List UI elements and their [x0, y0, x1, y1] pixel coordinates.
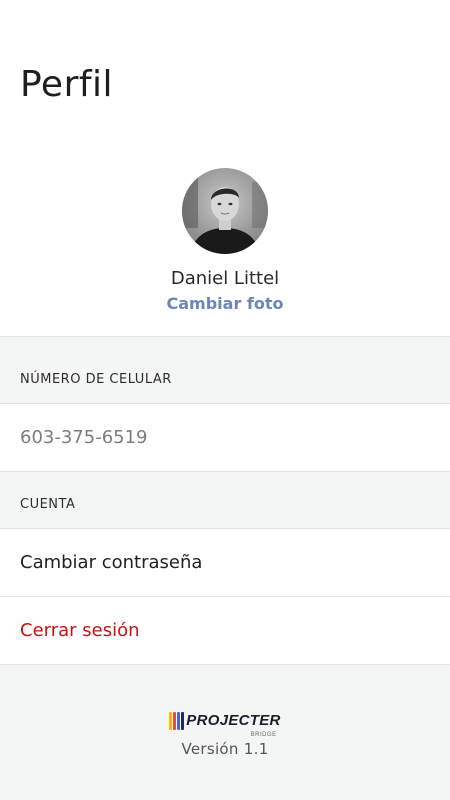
change-photo-link[interactable]: Cambiar foto — [167, 294, 284, 314]
avatar-photo — [182, 168, 268, 254]
logo-bars-icon — [169, 712, 185, 730]
section-header-account: CUENTA — [0, 472, 450, 528]
profile-card: Daniel Littel Cambiar foto — [0, 168, 450, 314]
section-header-phone: NÚMERO DE CELULAR — [0, 337, 450, 403]
logo-bar — [173, 712, 177, 730]
profile-header-area: Perfil Daniel Littel Cambiar foto — [0, 0, 450, 336]
logo-subtext: BRIDGE — [250, 732, 277, 738]
logo-bar — [169, 712, 173, 730]
footer: PROJECTER BRIDGE Versión 1.1 — [0, 708, 450, 758]
phone-number-field[interactable]: 603-375-6519 — [0, 404, 450, 471]
user-name: Daniel Littel — [170, 268, 280, 289]
projecter-logo: PROJECTER BRIDGE — [169, 708, 280, 739]
logo-bar — [177, 712, 181, 730]
avatar[interactable] — [182, 168, 268, 254]
page-title: Perfil — [20, 64, 114, 105]
divider — [0, 664, 450, 665]
change-password-button[interactable]: Cambiar contraseña — [0, 529, 450, 596]
profile-screen: Perfil Daniel Littel Cambiar foto NÚMERO… — [0, 0, 450, 800]
logout-button[interactable]: Cerrar sesión — [0, 597, 450, 664]
version-label: Versión 1.1 — [181, 740, 269, 758]
logo-bar — [181, 712, 185, 730]
logo-text: PROJECTER BRIDGE — [186, 713, 280, 739]
